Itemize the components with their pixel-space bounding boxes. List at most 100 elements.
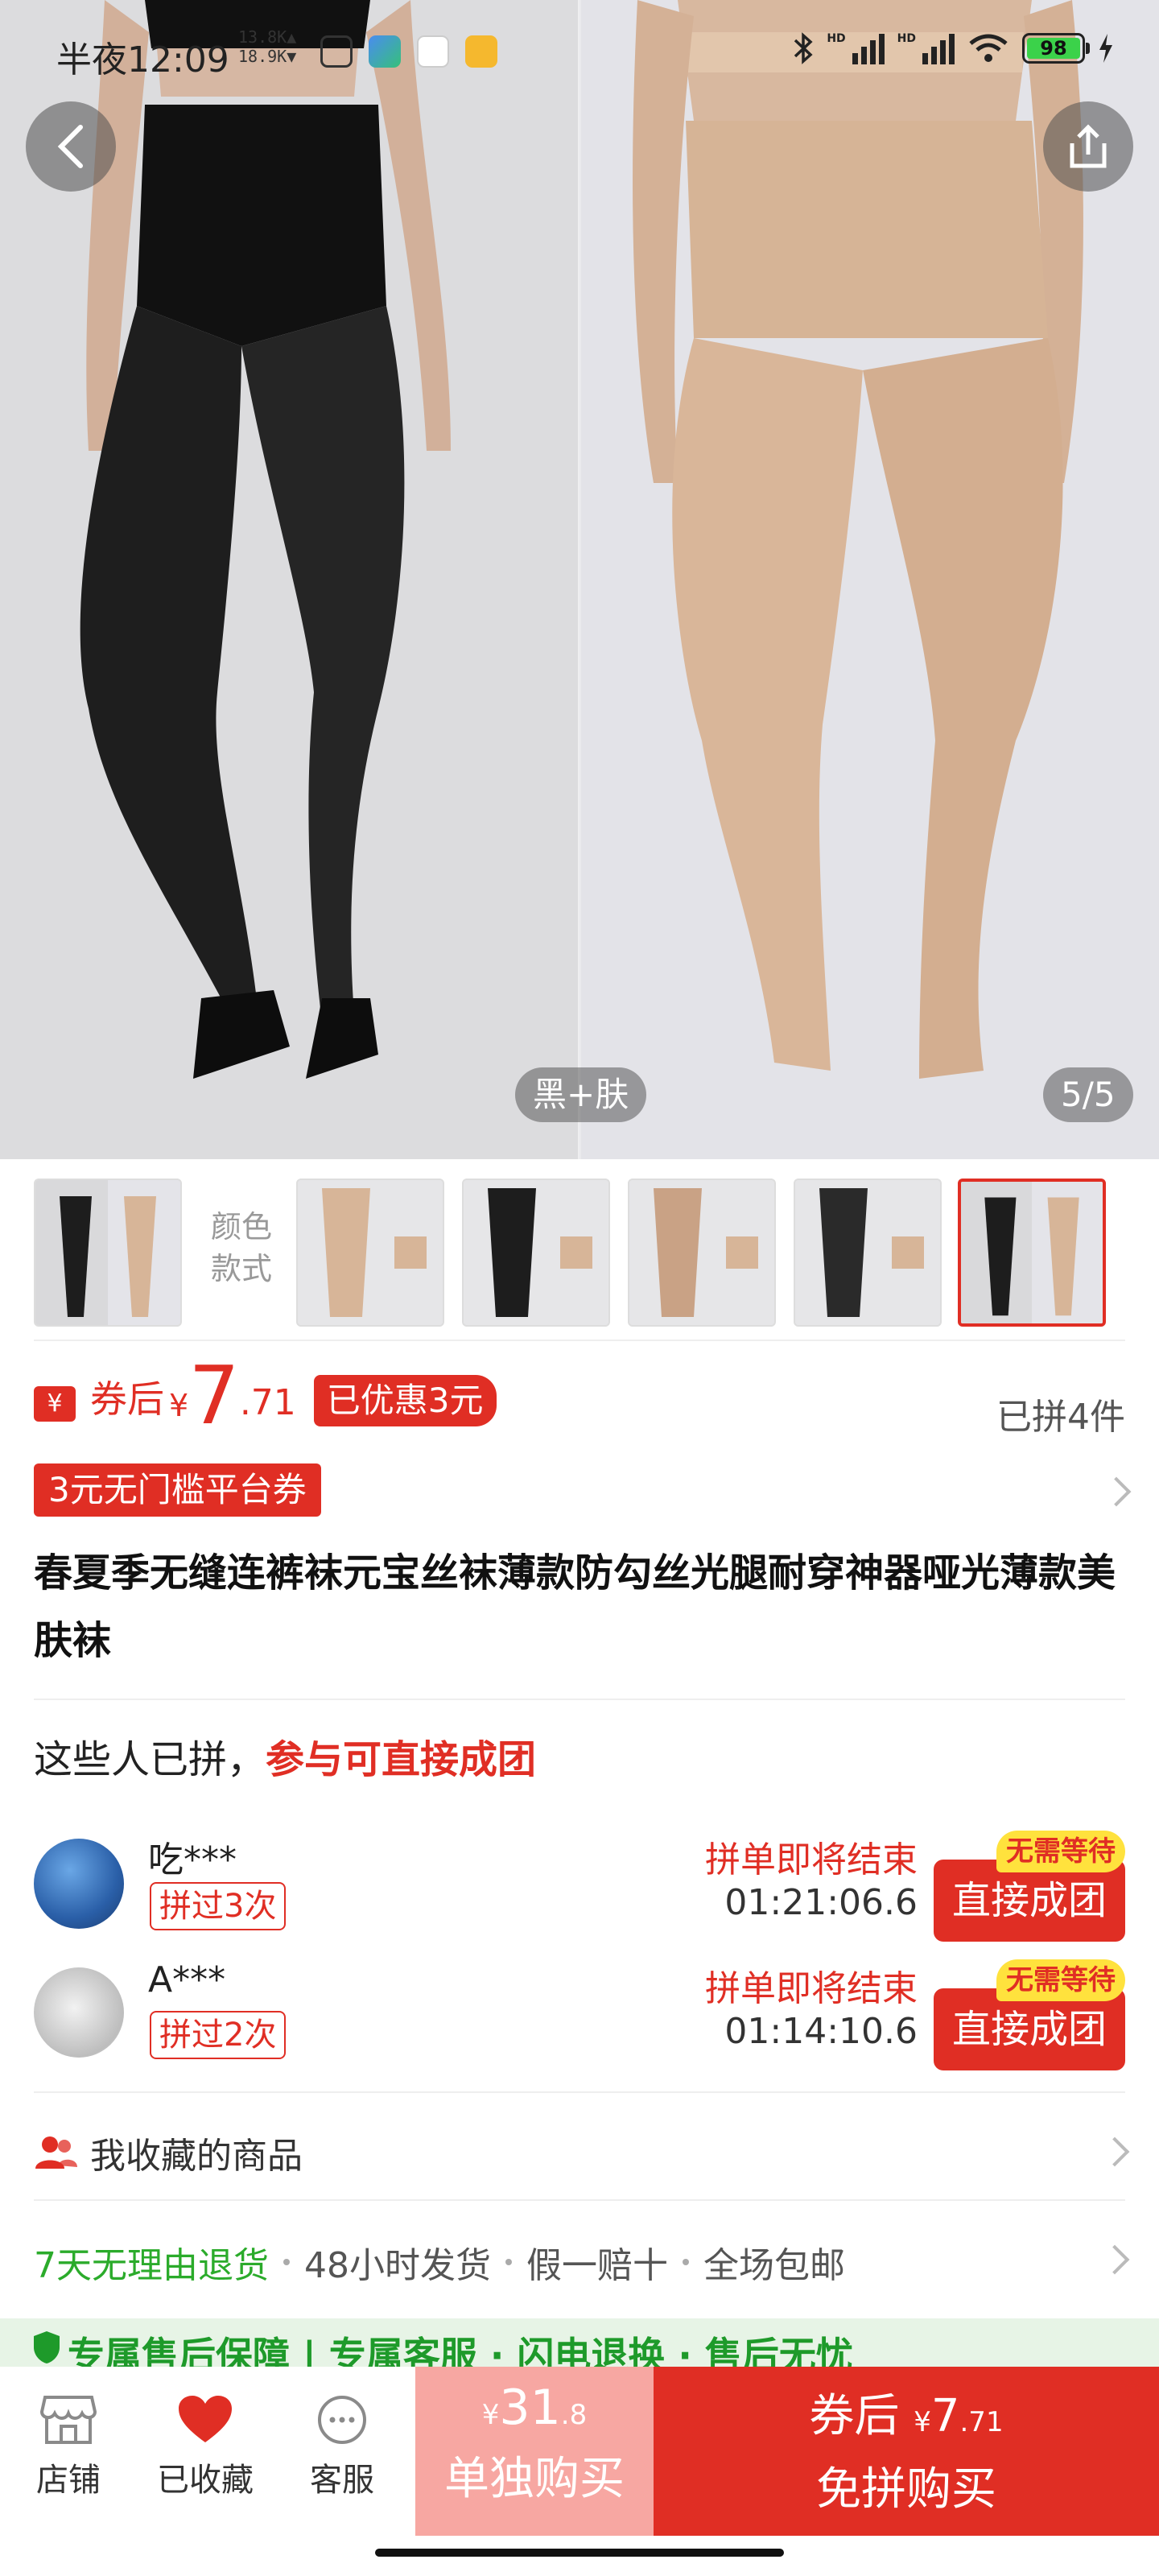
- variant-thumbnail-selected[interactable]: [958, 1179, 1106, 1327]
- share-button[interactable]: [1043, 101, 1133, 192]
- coupon-icon: ¥: [34, 1386, 76, 1422]
- heart-icon: [179, 2396, 232, 2442]
- buy-direct-price: 券后 ¥7.71: [654, 2380, 1159, 2445]
- group-ending-label: 拼单即将结束: [705, 1839, 918, 1880]
- home-indicator[interactable]: [375, 2549, 784, 2557]
- divider: [34, 2091, 1125, 2093]
- signal-icon-2: [922, 32, 955, 64]
- buy-direct-button[interactable]: 券后 ¥7.71 免拼购买: [654, 2367, 1159, 2536]
- buy-alone-price: ¥31.8: [415, 2380, 654, 2436]
- avatar: [34, 1839, 124, 1929]
- joined-count-tag: 拼过3次: [150, 1882, 287, 1930]
- variant-thumbnail[interactable]: [296, 1179, 444, 1327]
- share-icon: [1070, 124, 1107, 168]
- chat-icon: [318, 2396, 366, 2444]
- network-speed: 13.8K▲ 18.9K▼: [238, 27, 296, 66]
- divider: [34, 1699, 1125, 1700]
- status-bar: 半夜12:09 13.8K▲ 18.9K▼ HD HD 98: [0, 0, 1159, 105]
- back-button[interactable]: [26, 101, 116, 192]
- divider: [34, 2199, 1125, 2201]
- battery-level: 98: [1027, 38, 1080, 59]
- no-wait-badge: 无需等待: [996, 1831, 1125, 1872]
- group-user-name: A***: [148, 1959, 226, 2000]
- speed-up: 13.8K▲: [238, 27, 297, 47]
- shop-label: 店铺: [36, 2462, 101, 2499]
- divider: [34, 1340, 1125, 1341]
- buy-alone-currency: ¥: [481, 2399, 500, 2431]
- buy-direct-price-dec: .71: [959, 2406, 1004, 2438]
- service-fake-compensation: 假一赔十: [526, 2245, 668, 2286]
- favorites-label: 我收藏的商品: [90, 2136, 303, 2177]
- platform-coupon[interactable]: 3元无门槛平台券: [34, 1463, 321, 1517]
- page-indicator: 5/5: [1043, 1067, 1133, 1122]
- variant-thumbnail[interactable]: [628, 1179, 776, 1327]
- discount-tag: 已优惠3元: [313, 1375, 497, 1426]
- buy-direct-label: 免拼购买: [816, 2463, 996, 2516]
- product-gallery[interactable]: 半夜12:09 13.8K▲ 18.9K▼ HD HD 98 黑+肤 5/5: [0, 0, 1159, 1159]
- buy-direct-prefix: 券后: [809, 2390, 900, 2442]
- style-label: 款式: [210, 1251, 272, 1286]
- speed-down: 18.9K▼: [238, 47, 297, 66]
- price-currency: ¥: [169, 1388, 189, 1423]
- thumbnail-image: [629, 1180, 774, 1325]
- buy-alone-price-dec: .8: [560, 2399, 588, 2431]
- color-label: 颜色: [210, 1209, 272, 1245]
- variant-thumbnail[interactable]: [462, 1179, 610, 1327]
- after-sales-text: 专属售后保障 | 专属客服 · 闪电退换 · 售后无忧: [68, 2334, 853, 2367]
- signal-icon-1: [852, 32, 885, 64]
- group-ending-label: 拼单即将结束: [705, 1968, 918, 2009]
- sold-count: 已拼4件: [996, 1397, 1125, 1438]
- shop-button[interactable]: 店铺: [8, 2394, 129, 2500]
- buy-alone-button[interactable]: ¥31.8 单独购买: [415, 2367, 654, 2536]
- users-icon: [35, 2136, 77, 2169]
- variant-thumbnail[interactable]: [34, 1179, 182, 1327]
- dot-separator: [505, 2259, 512, 2265]
- variant-thumbnail[interactable]: [794, 1179, 942, 1327]
- group-user-name: 吃***: [148, 1839, 237, 1880]
- wifi-icon: [969, 34, 1008, 62]
- variant-thumbnail-strip: 颜色 款式: [0, 1159, 1159, 1336]
- product-title: 春夏季无缝连裤袜元宝丝袜薄款防勾丝光腿耐穿神器哑光薄款美肤袜: [34, 1550, 1116, 1663]
- shield-icon: [34, 2331, 60, 2363]
- buy-alone-label: 单独购买: [444, 2453, 625, 2505]
- price-label: 券后: [90, 1377, 164, 1421]
- thumbnail-image: [795, 1180, 940, 1325]
- thumbnail-image: [298, 1180, 443, 1325]
- buy-alone-price-int: 31: [499, 2380, 561, 2436]
- chevron-right-icon: [1099, 2136, 1130, 2167]
- coupon-chevron-icon[interactable]: [1101, 1476, 1132, 1507]
- service-shipping: 48小时发货: [304, 2245, 491, 2286]
- thumbnail-image: [961, 1182, 1103, 1323]
- notes-app-icon: [465, 35, 497, 68]
- battery-icon: 98: [1022, 33, 1090, 64]
- chevron-right-icon: [1099, 2244, 1130, 2275]
- favorite-button[interactable]: 已收藏: [145, 2394, 266, 2500]
- dot-separator: [683, 2259, 689, 2265]
- group-buy-heading-text: 这些人已拼，: [34, 1737, 266, 1782]
- hd-label-1: HD: [827, 32, 846, 45]
- thumbnail-image: [35, 1180, 180, 1325]
- variant-label: 黑+肤: [515, 1067, 647, 1122]
- charging-icon: [1099, 34, 1112, 63]
- group-countdown: 01:14:10.6: [724, 2011, 918, 2052]
- chevron-left-icon: [57, 125, 83, 168]
- status-right: HD HD 98: [793, 32, 1114, 64]
- service-row[interactable]: 7天无理由退货 48小时发货 假一赔十 全场包邮: [0, 2214, 1159, 2302]
- group-countdown: 01:21:06.6: [724, 1882, 918, 1923]
- service-items: 7天无理由退货 48小时发货 假一赔十 全场包邮: [34, 2236, 845, 2288]
- maps-app-icon: [369, 35, 401, 68]
- joined-count-tag: 拼过2次: [150, 2011, 287, 2059]
- after-sales-strip[interactable]: 专属售后保障 | 专属客服 · 闪电退换 · 售后无忧: [0, 2318, 1159, 2367]
- buy-direct-currency: ¥: [914, 2406, 931, 2438]
- customer-service-button[interactable]: 客服: [282, 2394, 402, 2500]
- hd-label-2: HD: [897, 32, 916, 45]
- no-wait-badge: 无需等待: [996, 1959, 1125, 2001]
- bluetooth-icon: [794, 32, 813, 64]
- customer-service-label: 客服: [310, 2462, 374, 2499]
- group-row: 吃*** 拼过3次 拼单即将结束 01:21:06.6 直接成团 无需等待: [0, 1831, 1159, 1943]
- group-buy-heading: 这些人已拼，参与可直接成团: [34, 1728, 536, 1784]
- buy-direct-price-int: 7: [930, 2390, 960, 2442]
- favorites-row[interactable]: 我收藏的商品: [0, 2106, 1159, 2194]
- nfc-icon: [320, 35, 353, 68]
- service-free-shipping: 全场包邮: [703, 2245, 845, 2286]
